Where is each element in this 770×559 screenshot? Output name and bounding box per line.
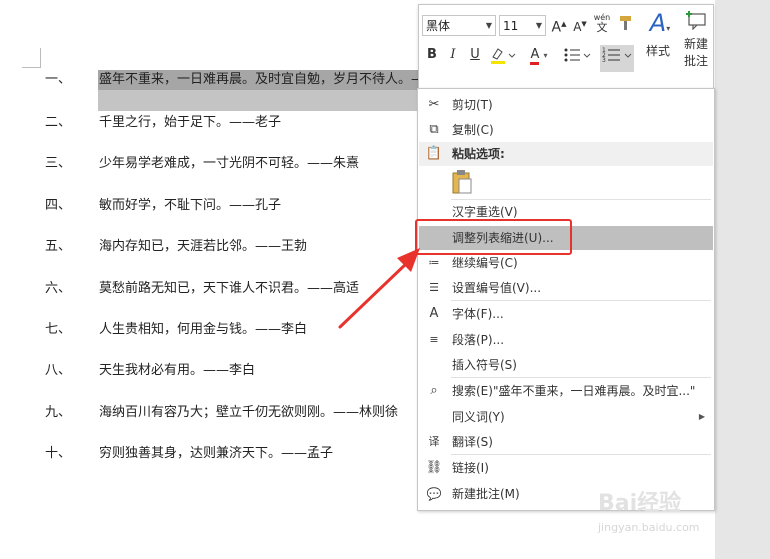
annotation-arrow-icon [338,248,420,329]
watermark-brand: Bai经验 [598,491,682,516]
watermark-url: jingyan.baidu.com [598,521,700,534]
watermark: Bai经验 jingyan.baidu.com [598,492,718,552]
